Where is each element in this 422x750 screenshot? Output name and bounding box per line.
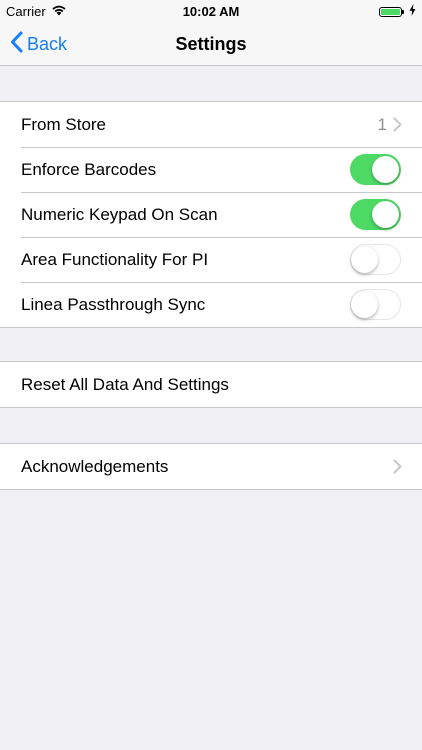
toggle-knob (372, 201, 399, 228)
numeric-keypad-label: Numeric Keypad On Scan (21, 204, 218, 224)
settings-screen: Carrier 10:02 AM Back Settings From Stor… (0, 0, 422, 750)
battery-icon (379, 6, 404, 17)
enforce-barcodes-toggle[interactable] (350, 154, 401, 185)
status-time: 10:02 AM (182, 4, 240, 19)
charging-bolt-icon (409, 4, 416, 19)
from-store-value: 1 (377, 114, 387, 134)
row-linea-passthrough: Linea Passthrough Sync (0, 282, 422, 327)
linea-passthrough-toggle[interactable] (350, 289, 401, 320)
enforce-barcodes-label: Enforce Barcodes (21, 159, 157, 179)
page-title: Settings (175, 34, 247, 54)
battery-fill (381, 8, 400, 15)
row-from-store[interactable]: From Store 1 (0, 102, 422, 147)
reset-all-data-label: Reset All Data And Settings (21, 374, 229, 394)
reset-group: Reset All Data And Settings (0, 361, 422, 408)
status-right (379, 4, 416, 19)
chevron-right-icon (393, 117, 402, 132)
settings-group: From Store 1 Enforce Barcodes Numeric Ke… (0, 101, 422, 328)
row-numeric-keypad: Numeric Keypad On Scan (0, 192, 422, 237)
acknowledgements-label: Acknowledgements (21, 456, 169, 476)
reset-all-data-button[interactable]: Reset All Data And Settings (0, 362, 422, 407)
linea-passthrough-label: Linea Passthrough Sync (21, 294, 206, 314)
numeric-keypad-toggle[interactable] (350, 199, 401, 230)
toggle-knob (351, 245, 378, 273)
toggle-knob (351, 290, 378, 318)
row-enforce-barcodes: Enforce Barcodes (0, 147, 422, 192)
navigation-bar: Back Settings (0, 22, 422, 66)
from-store-label: From Store (21, 114, 107, 134)
area-functionality-toggle[interactable] (350, 244, 401, 275)
row-acknowledgements[interactable]: Acknowledgements (0, 444, 422, 489)
row-area-functionality: Area Functionality For PI (0, 237, 422, 282)
chevron-right-icon (393, 459, 402, 474)
about-group: Acknowledgements (0, 443, 422, 490)
toggle-knob (372, 156, 399, 183)
status-bar: Carrier 10:02 AM (0, 0, 422, 22)
area-functionality-label: Area Functionality For PI (21, 249, 209, 269)
